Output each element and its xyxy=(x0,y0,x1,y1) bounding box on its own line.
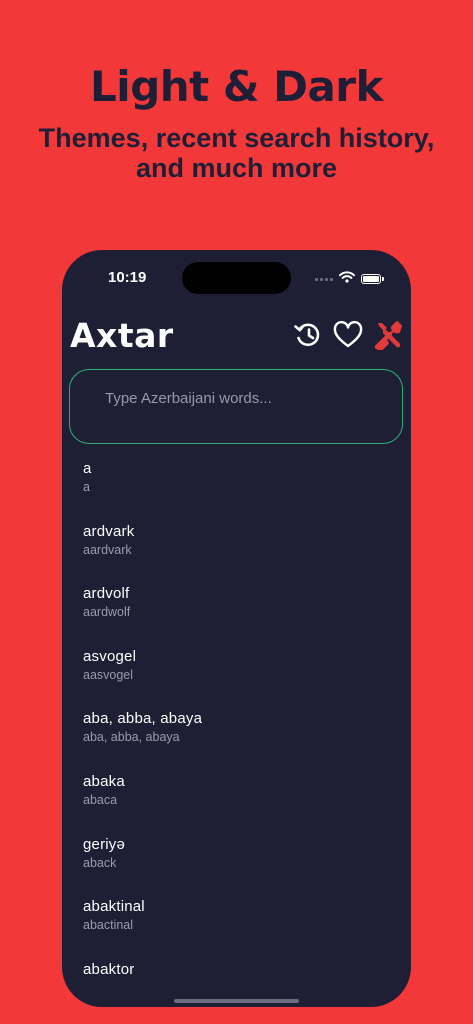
list-item[interactable]: geriyə aback xyxy=(62,830,411,893)
list-item[interactable]: ardvolf aardwolf xyxy=(62,579,411,642)
list-item[interactable]: abaktor xyxy=(62,955,411,974)
word-azerbaijani: geriyə xyxy=(83,835,126,853)
wifi-icon xyxy=(339,270,355,288)
battery-icon xyxy=(361,274,384,284)
heart-icon xyxy=(333,321,363,348)
toolbar xyxy=(293,318,403,352)
word-azerbaijani: abaka xyxy=(83,772,125,790)
status-time: 10:19 xyxy=(108,269,147,286)
word-english: abactinal xyxy=(83,918,134,933)
word-list[interactable]: a a ardvark aardvark ardvolf aardwolf as… xyxy=(62,454,411,974)
list-item[interactable]: a a xyxy=(62,454,411,517)
list-item[interactable]: abaktinal abactinal xyxy=(62,892,411,955)
word-azerbaijani: aba, abba, abaya xyxy=(83,710,203,728)
promo-subline-line-1: Themes, recent search history, xyxy=(38,123,435,153)
word-azerbaijani: abaktor xyxy=(83,960,135,974)
status-icons xyxy=(315,270,384,288)
settings-button[interactable] xyxy=(373,318,403,352)
word-english: a xyxy=(83,480,90,494)
list-item[interactable]: abaka abaca xyxy=(62,767,411,830)
signal-dots-icon xyxy=(315,277,333,281)
dynamic-island xyxy=(182,262,291,294)
word-azerbaijani: ardvark xyxy=(83,522,135,540)
word-azerbaijani: asvogel xyxy=(83,647,137,665)
home-indicator[interactable] xyxy=(174,999,299,1003)
promo-subline-line-2: and much more xyxy=(135,153,338,183)
app-title: Axtar xyxy=(70,316,174,355)
word-english: aback xyxy=(83,855,117,870)
list-item[interactable]: ardvark aardvark xyxy=(62,517,411,580)
word-english: aardvark xyxy=(83,542,132,557)
word-english: aba, abba, abaya xyxy=(83,730,180,745)
search-box[interactable] xyxy=(69,369,403,444)
search-input[interactable] xyxy=(105,386,385,410)
history-button[interactable] xyxy=(293,318,323,352)
word-azerbaijani: abaktinal xyxy=(83,898,145,916)
word-english: aardwolf xyxy=(83,605,131,620)
favorites-button[interactable] xyxy=(333,318,363,352)
list-item[interactable]: asvogel aasvogel xyxy=(62,642,411,705)
word-azerbaijani: ardvolf xyxy=(83,585,130,603)
history-icon xyxy=(294,323,320,347)
phone-screen: 10:19 Axtar Type Azerbaijani words... a … xyxy=(62,250,411,1007)
word-english: abaca xyxy=(83,792,118,807)
promo-headline: Light & Dark xyxy=(90,62,383,111)
promo-subline: Themes, recent search history, and much … xyxy=(0,123,473,183)
tools-icon xyxy=(374,321,402,350)
word-azerbaijani: a xyxy=(83,460,92,477)
word-english: aasvogel xyxy=(83,667,134,682)
status-bar: 10:19 xyxy=(62,250,411,302)
list-item[interactable]: aba, abba, abaya aba, abba, abaya xyxy=(62,704,411,767)
